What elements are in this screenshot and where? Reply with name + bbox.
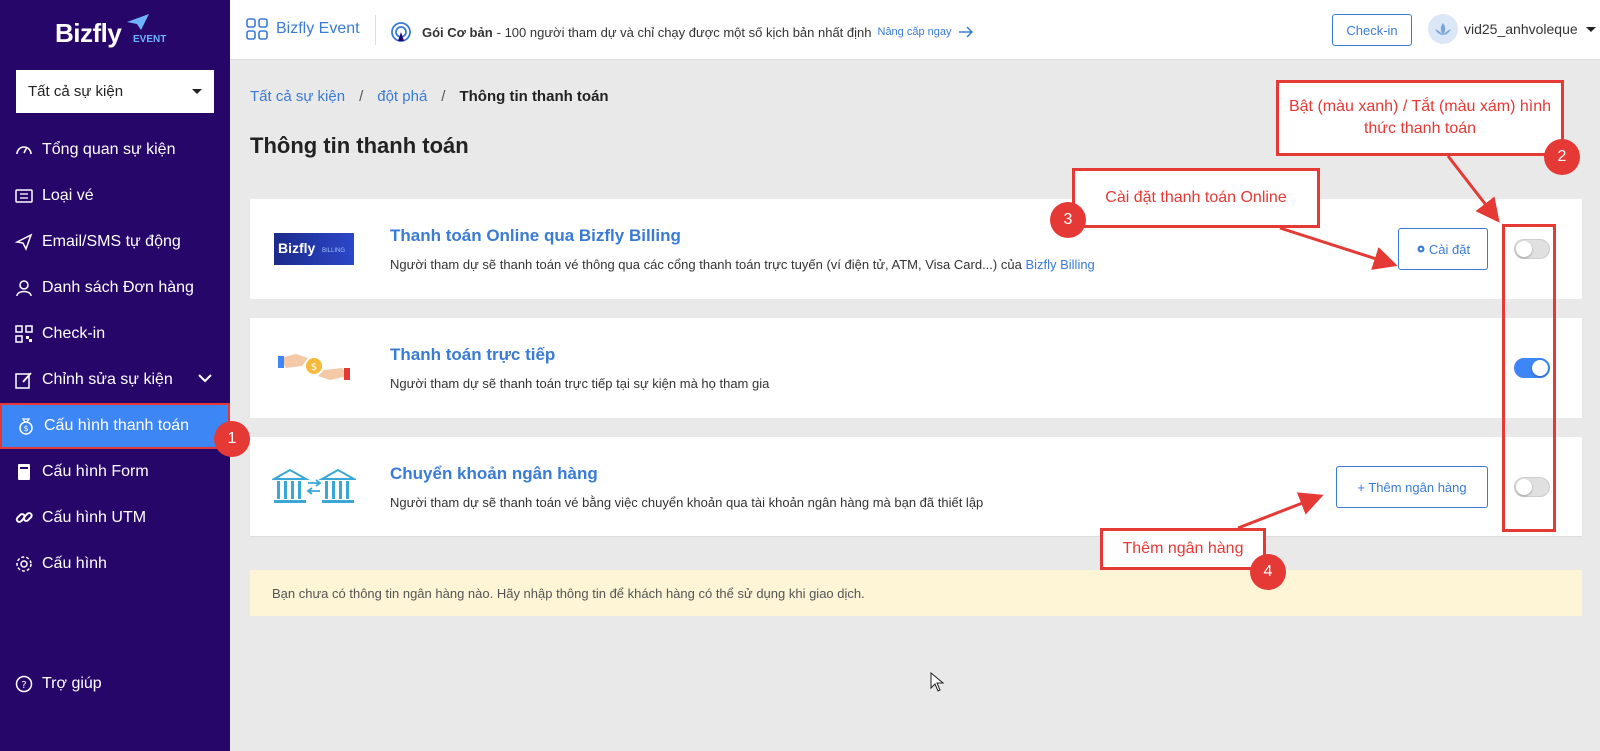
sidebar-item-help[interactable]: ? Trợ giúp bbox=[0, 661, 230, 707]
sidebar-item-label: Cấu hình UTM bbox=[42, 509, 147, 526]
sidebar-item-label: Check-in bbox=[42, 325, 106, 342]
caret-down-icon bbox=[192, 89, 202, 94]
brand-name: Bizfly Event bbox=[276, 20, 360, 37]
method-desc: Người tham dự sẽ thanh toán vé thông qua… bbox=[390, 257, 1095, 272]
edit-icon bbox=[14, 370, 34, 390]
annotation-toggle-note: Bật (màu xanh) / Tắt (màu xám) hình thức… bbox=[1276, 80, 1564, 156]
sidebar-item-label: Loại vé bbox=[42, 187, 94, 204]
method-desc: Người tham dự sẽ thanh toán vé bằng việc… bbox=[390, 495, 984, 510]
payment-method-direct: $ Thanh toán trực tiếp Người tham dự sẽ … bbox=[250, 318, 1582, 418]
svg-text:?: ? bbox=[21, 680, 26, 691]
svg-text:$: $ bbox=[23, 424, 28, 433]
svg-text:$: $ bbox=[311, 362, 317, 373]
logo-text: Bizfly bbox=[55, 18, 122, 48]
avatar bbox=[1428, 14, 1458, 44]
user-menu[interactable]: vid25_anhvoleque bbox=[1428, 14, 1596, 44]
sidebar-item-email-sms[interactable]: Email/SMS tự động bbox=[0, 219, 230, 265]
chevron-down-icon[interactable] bbox=[198, 373, 212, 383]
sidebar-item-tickets[interactable]: Loại vé bbox=[0, 173, 230, 219]
page-title: Thông tin thanh toán bbox=[250, 133, 469, 158]
annotation-badge-1: 1 bbox=[214, 421, 250, 457]
brand-link[interactable]: Bizfly Event bbox=[246, 18, 360, 40]
event-select[interactable]: Tất cả sự kiện bbox=[16, 70, 214, 113]
annotation-toggle-frame bbox=[1502, 224, 1556, 532]
annotation-badge-2: 2 bbox=[1544, 139, 1580, 175]
breadcrumb-current: Thông tin thanh toán bbox=[459, 88, 609, 105]
gear-icon bbox=[14, 554, 34, 574]
breadcrumb-all-events[interactable]: Tất cả sự kiện bbox=[250, 88, 345, 105]
billing-logo-text: Bizfly bbox=[278, 240, 316, 256]
sidebar-item-utm-config[interactable]: Cấu hình UTM bbox=[0, 495, 230, 541]
qr-code-icon bbox=[14, 324, 34, 344]
help-circle-icon: ? bbox=[14, 674, 34, 694]
no-bank-notice: Bạn chưa có thông tin ngân hàng nào. Hãy… bbox=[250, 570, 1582, 616]
lotus-icon bbox=[1435, 23, 1451, 35]
breadcrumb: Tất cả sự kiện / đột phá / Thông tin tha… bbox=[250, 88, 609, 105]
money-bag-icon: $ bbox=[16, 416, 36, 436]
caret-down-icon bbox=[1585, 26, 1596, 32]
checkin-button[interactable]: Check-in bbox=[1332, 14, 1412, 46]
add-bank-button[interactable]: + Thêm ngân hàng bbox=[1336, 466, 1488, 508]
sidebar-item-checkin[interactable]: Check-in bbox=[0, 311, 230, 357]
sidebar-item-form-config[interactable]: Cấu hình Form bbox=[0, 449, 230, 495]
bizfly-event-logo[interactable]: Bizfly EVENT bbox=[55, 12, 175, 52]
logo-sub-text: EVENT bbox=[133, 34, 167, 45]
mouse-cursor-icon bbox=[930, 672, 944, 692]
breadcrumb-separator: / bbox=[441, 88, 446, 105]
sidebar-item-edit-event[interactable]: Chỉnh sửa sự kiện bbox=[0, 357, 230, 403]
method-title: Thanh toán Online qua Bizfly Billing bbox=[390, 226, 681, 245]
paper-plane-icon bbox=[127, 14, 149, 30]
upgrade-link[interactable]: Nâng cấp ngay bbox=[878, 26, 952, 38]
sidebar-item-payment-config[interactable]: $ Cấu hình thanh toán bbox=[0, 403, 230, 449]
plan-info: Gói Cơ bản - 100 người tham dự và chỉ ch… bbox=[390, 21, 984, 43]
sidebar-item-label: Email/SMS tự động bbox=[42, 233, 181, 250]
user-icon bbox=[14, 278, 34, 298]
online-settings-button[interactable]: Cài đặt bbox=[1398, 228, 1488, 270]
send-icon bbox=[14, 232, 34, 252]
sidebar-item-label: Cấu hình Form bbox=[42, 463, 149, 480]
annotation-badge-4: 4 bbox=[1250, 554, 1286, 590]
method-desc-text: Người tham dự sẽ thanh toán vé thông qua… bbox=[390, 257, 1022, 272]
event-select-value: Tất cả sự kiện bbox=[28, 83, 124, 100]
billing-logo-sub: BILLING bbox=[322, 248, 346, 254]
plan-desc: - 100 người tham dự và chỉ chạy được một… bbox=[496, 24, 872, 40]
topbar-divider bbox=[375, 15, 376, 45]
broadcast-icon bbox=[391, 22, 411, 42]
plan-name: Gói Cơ bản bbox=[422, 24, 493, 40]
sidebar-item-label: Cấu hình bbox=[42, 555, 107, 572]
sidebar-item-label: Chỉnh sửa sự kiện bbox=[42, 371, 173, 388]
book-icon bbox=[14, 462, 34, 482]
method-title: Thanh toán trực tiếp bbox=[390, 345, 556, 364]
button-label: Cài đặt bbox=[1428, 241, 1471, 257]
bizfly-billing-logo: Bizfly BILLING bbox=[274, 233, 354, 267]
bizfly-billing-link[interactable]: Bizfly Billing bbox=[1025, 257, 1094, 272]
method-title: Chuyển khoản ngân hàng bbox=[390, 464, 598, 483]
sidebar-item-label: Tổng quan sự kiện bbox=[42, 141, 176, 158]
annotation-badge-3: 3 bbox=[1050, 202, 1086, 238]
link-icon bbox=[14, 508, 34, 528]
grid-apps-icon bbox=[246, 18, 268, 40]
ticket-icon bbox=[14, 186, 34, 206]
sidebar-item-label: Trợ giúp bbox=[42, 675, 102, 692]
sidebar-item-orders[interactable]: Danh sách Đơn hàng bbox=[0, 265, 230, 311]
annotation-online-note: Cài đặt thanh toán Online bbox=[1072, 168, 1320, 228]
hands-cash-icon: $ bbox=[278, 344, 350, 390]
sidebar-item-settings[interactable]: Cấu hình bbox=[0, 541, 230, 587]
arrow-right-icon[interactable] bbox=[958, 26, 974, 38]
sidebar-item-overview[interactable]: Tổng quan sự kiện bbox=[0, 127, 230, 173]
speedometer-icon bbox=[14, 140, 34, 160]
breadcrumb-event[interactable]: đột phá bbox=[377, 88, 427, 105]
topbar: Bizfly Event Gói Cơ bản - 100 người tham… bbox=[230, 0, 1600, 60]
username: vid25_anhvoleque bbox=[1464, 21, 1578, 37]
gear-icon bbox=[1417, 245, 1425, 253]
method-desc: Người tham dự sẽ thanh toán trực tiếp tạ… bbox=[390, 376, 770, 391]
annotation-add-bank-note: Thêm ngân hàng bbox=[1100, 528, 1266, 570]
sidebar: Bizfly EVENT Tất cả sự kiện Tổng quan sự… bbox=[0, 0, 230, 751]
breadcrumb-separator: / bbox=[359, 88, 364, 105]
payment-method-bank: Chuyển khoản ngân hàng Người tham dự sẽ … bbox=[250, 437, 1582, 537]
payment-method-online: Bizfly BILLING Thanh toán Online qua Biz… bbox=[250, 199, 1582, 299]
sidebar-item-label: Danh sách Đơn hàng bbox=[42, 279, 194, 296]
bank-transfer-icon bbox=[270, 467, 358, 507]
sidebar-item-label: Cấu hình thanh toán bbox=[44, 417, 190, 434]
